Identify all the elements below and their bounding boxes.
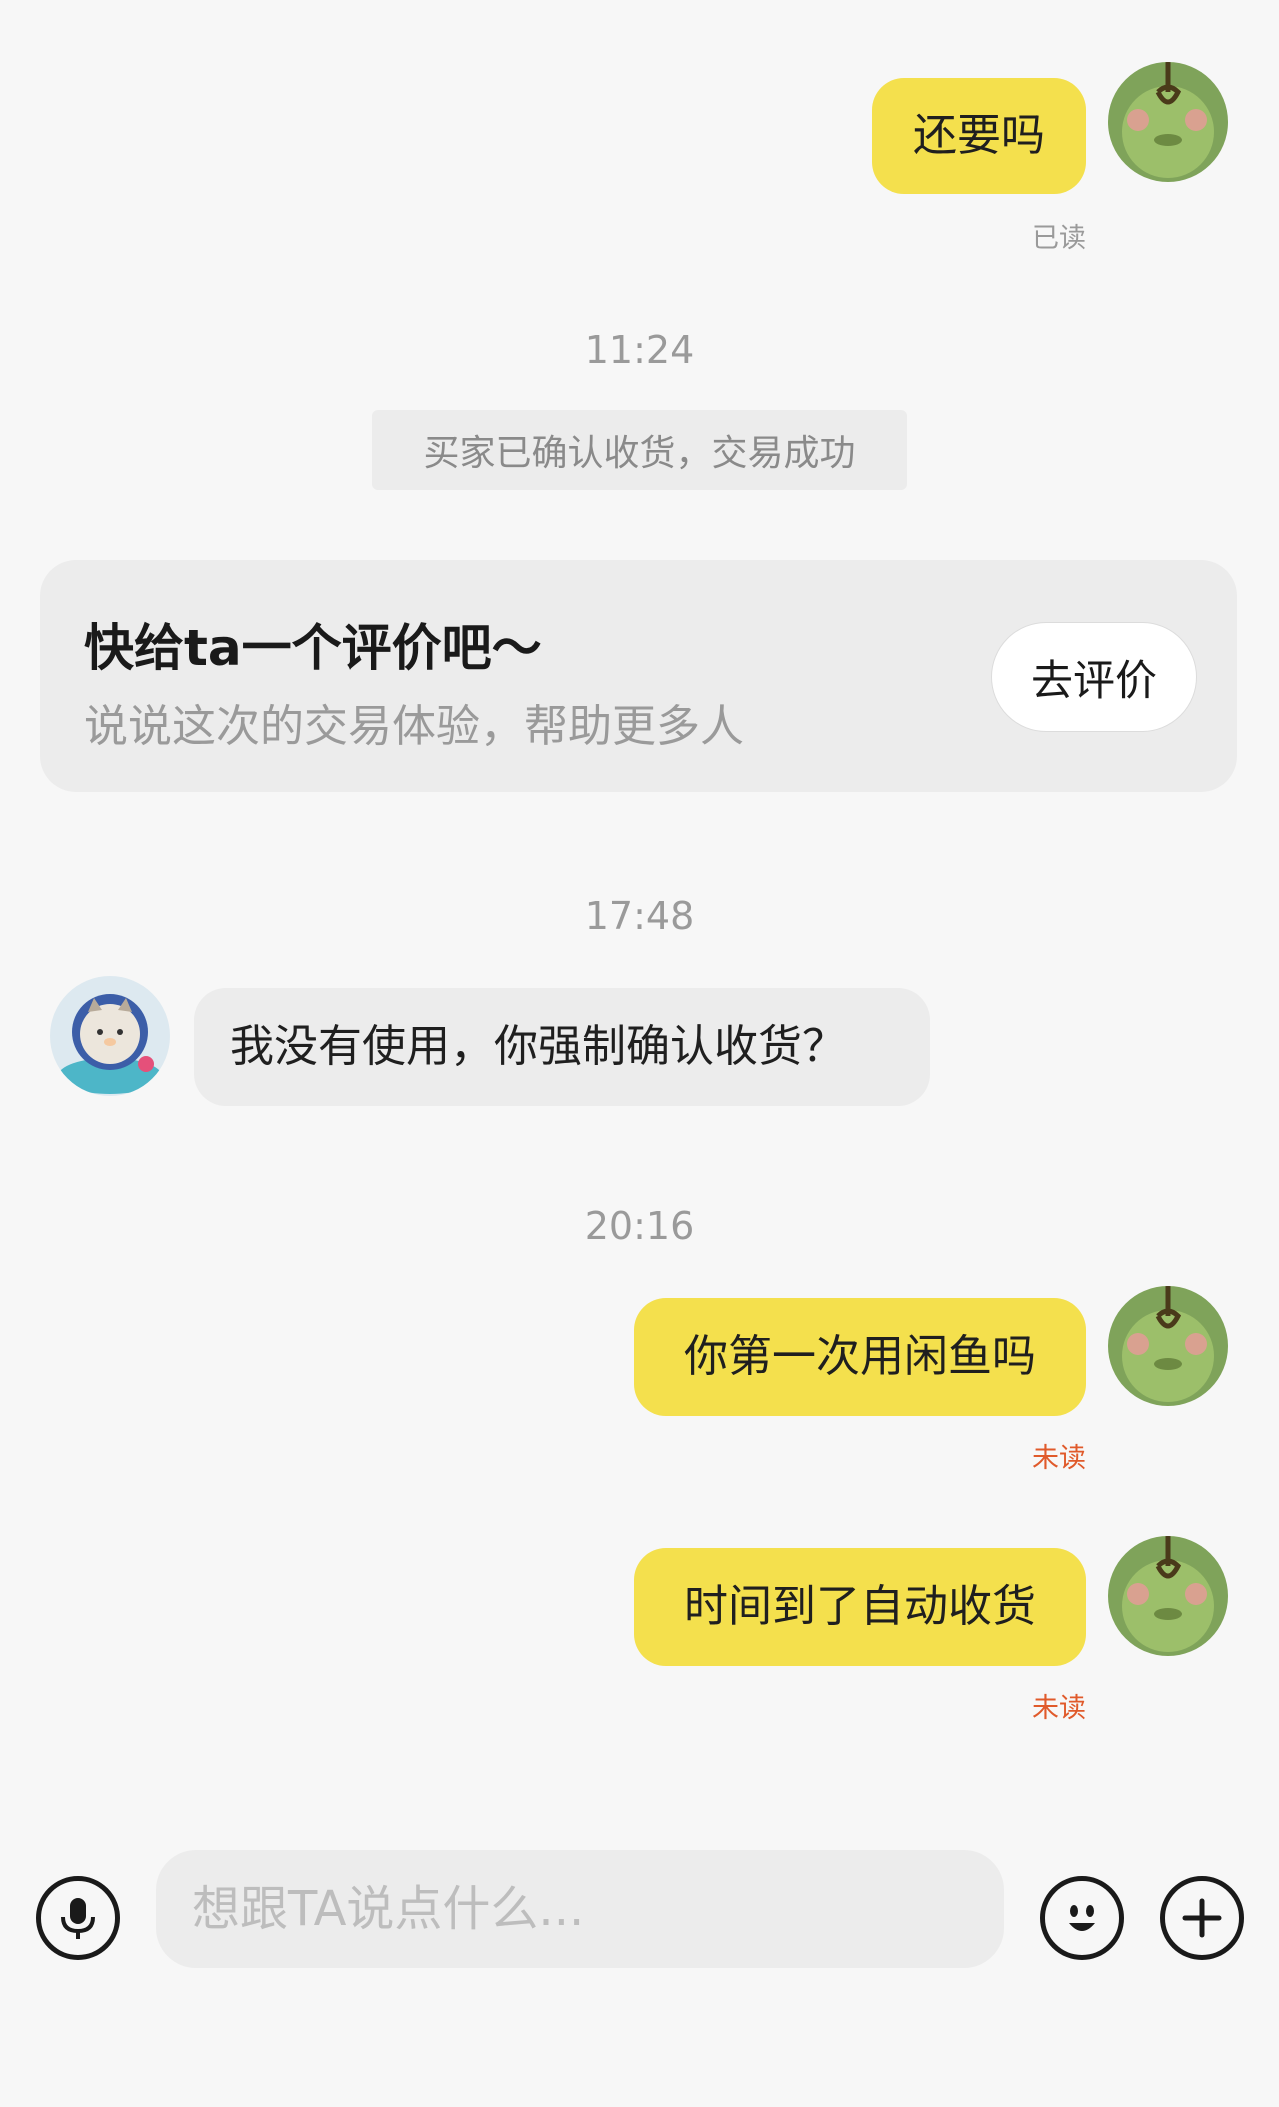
my-avatar[interactable]	[1108, 62, 1228, 182]
frog-meme-avatar-icon	[1108, 1286, 1228, 1406]
unread-status: 未读	[1032, 1693, 1086, 1724]
message-text: 还要吗	[913, 110, 1045, 161]
voice-input-button[interactable]	[36, 1876, 120, 1960]
cat-astronaut-avatar-icon	[50, 976, 170, 1096]
microphone-icon	[61, 1898, 95, 1939]
timestamp: 20:16	[584, 1204, 695, 1248]
read-status: 已读	[1032, 223, 1086, 254]
message-text: 时间到了自动收货	[684, 1581, 1036, 1632]
more-options-button[interactable]	[1160, 1876, 1244, 1960]
review-card-title: 快给ta一个评价吧～	[84, 619, 542, 677]
timestamp: 11:24	[584, 328, 695, 372]
write-review-button[interactable]: 去评价	[991, 622, 1197, 732]
frog-meme-avatar-icon	[1108, 62, 1228, 182]
smiley-icon	[1069, 1905, 1095, 1931]
message-input[interactable]	[156, 1850, 1004, 1968]
unread-status: 未读	[1032, 1443, 1086, 1474]
review-prompt-card: 快给ta一个评价吧～ 说说这次的交易体验，帮助更多人 去评价	[40, 560, 1237, 792]
review-card-subtitle: 说说这次的交易体验，帮助更多人	[84, 701, 744, 752]
frog-meme-avatar-icon	[1108, 1536, 1228, 1656]
my-avatar[interactable]	[1108, 1286, 1228, 1406]
my-message-bubble[interactable]: 还要吗	[872, 78, 1086, 194]
their-message-bubble[interactable]: 我没有使用，你强制确认收货？	[194, 988, 930, 1106]
message-text: 你第一次用闲鱼吗	[684, 1331, 1036, 1382]
message-text: 我没有使用，你强制确认收货？	[230, 1021, 846, 1072]
my-message-bubble[interactable]: 你第一次用闲鱼吗	[634, 1298, 1086, 1416]
plus-icon	[1182, 1898, 1222, 1938]
my-avatar[interactable]	[1108, 1536, 1228, 1656]
emoji-button[interactable]	[1040, 1876, 1124, 1960]
other-user-avatar[interactable]	[50, 976, 170, 1096]
timestamp: 17:48	[584, 894, 695, 938]
my-message-bubble[interactable]: 时间到了自动收货	[634, 1548, 1086, 1666]
system-notice: 买家已确认收货，交易成功	[372, 410, 907, 490]
